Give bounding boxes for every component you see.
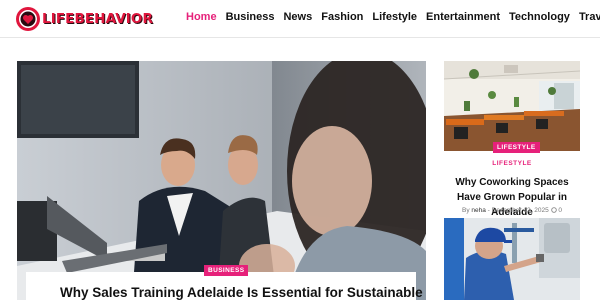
nav-item-business[interactable]: Business bbox=[226, 11, 275, 23]
nav-item-fashion[interactable]: Fashion bbox=[321, 11, 363, 23]
main-nav: Home Business News Fashion Lifestyle Ent… bbox=[186, 11, 600, 23]
coworking-space-photo bbox=[444, 61, 580, 151]
site-logo[interactable]: LIFEBEHAVIOR bbox=[15, 6, 153, 32]
logo-text: LIFEBEHAVIOR bbox=[42, 11, 153, 27]
comment-icon bbox=[550, 207, 557, 213]
post-date: December 12, 2025 bbox=[491, 207, 549, 214]
plumber-photo bbox=[444, 218, 580, 300]
author-link[interactable]: neha bbox=[471, 207, 485, 214]
site-header: LIFEBEHAVIOR Home Business News Fashion … bbox=[0, 0, 600, 38]
comment-count: 0 bbox=[558, 207, 562, 214]
comments-link[interactable]: 0 bbox=[550, 207, 562, 214]
side-post-image-2[interactable] bbox=[444, 218, 580, 300]
featured-post-title[interactable]: Why Sales Training Adelaide Is Essential… bbox=[60, 285, 423, 300]
side-post-meta-1: By neha - December 12, 2025 0 bbox=[444, 207, 580, 214]
nav-item-travel[interactable]: Travel bbox=[579, 11, 600, 23]
featured-category-badge[interactable]: BUSINESS bbox=[204, 265, 249, 276]
nav-item-home[interactable]: Home bbox=[186, 11, 217, 23]
side-post-badge-1[interactable]: LIFESTYLE bbox=[493, 142, 540, 153]
side-post-image-1[interactable] bbox=[444, 61, 580, 151]
nav-item-entertainment[interactable]: Entertainment bbox=[426, 11, 500, 23]
nav-item-technology[interactable]: Technology bbox=[509, 11, 570, 23]
nav-item-lifestyle[interactable]: Lifestyle bbox=[372, 11, 417, 23]
logo-heart-icon bbox=[16, 7, 40, 31]
author-prefix: By bbox=[461, 207, 470, 214]
meta-separator: - bbox=[487, 207, 490, 214]
side-post-category-1[interactable]: LIFESTYLE bbox=[444, 160, 580, 167]
nav-item-news[interactable]: News bbox=[283, 11, 312, 23]
